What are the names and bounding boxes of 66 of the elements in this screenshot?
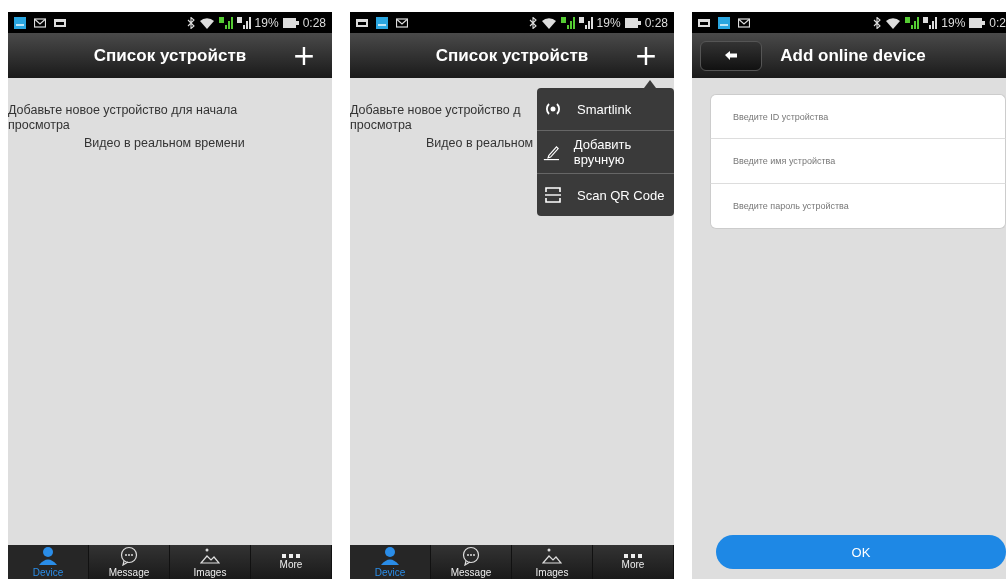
battery-icon (624, 17, 641, 28)
add-button[interactable]: + (284, 41, 324, 70)
signal-icon (905, 16, 920, 29)
signal-icon (923, 16, 938, 29)
menu-item[interactable]: Scan QR Code (537, 174, 674, 216)
back-arrow-icon (725, 50, 737, 61)
bluetooth-icon (873, 16, 882, 29)
back-button[interactable] (700, 40, 762, 71)
person-icon (38, 546, 58, 566)
app-icon (718, 16, 730, 29)
battery-percent: 19% (596, 15, 621, 30)
app-icon (376, 16, 388, 29)
person-icon (380, 546, 400, 566)
scan-icon (543, 185, 563, 205)
app-icon (14, 16, 26, 29)
wifi-icon (198, 16, 215, 29)
tab[interactable]: Device (350, 545, 431, 579)
mail-icon (738, 16, 750, 29)
clock-time: 0:2 (989, 15, 1006, 30)
signal-icon (236, 16, 251, 29)
image-icon (356, 16, 368, 29)
tab[interactable]: Device (8, 545, 89, 579)
more-icon (624, 554, 642, 558)
empty-message: Добавьте новое устройство для начала просмотра (8, 103, 239, 133)
clock-time: 0:28 (302, 15, 326, 30)
tab[interactable]: More (593, 545, 674, 579)
menu-item[interactable]: Добавить вручную (537, 131, 674, 174)
image-icon (698, 16, 710, 29)
battery-percent: 19% (254, 15, 279, 30)
mail-icon (34, 16, 46, 29)
clock-time: 0:28 (644, 15, 668, 30)
mail-icon (396, 16, 408, 29)
wifi-icon (885, 16, 902, 29)
screen-title: Список устройств (93, 45, 247, 66)
chat-icon (461, 546, 481, 566)
input-field[interactable]: Введите ID устройства (710, 94, 1006, 139)
tab[interactable]: Message (431, 545, 512, 579)
chat-icon (119, 546, 139, 566)
battery-percent: 19% (941, 15, 966, 30)
input-field[interactable]: Введите имя устройства (710, 139, 1006, 184)
mountain-icon (542, 546, 562, 566)
more-icon (282, 554, 300, 558)
signal-icon (578, 16, 593, 29)
empty-message: просмотра (350, 118, 412, 133)
tab[interactable]: Images (512, 545, 593, 579)
signal-icon (560, 16, 575, 29)
empty-message: Добавьте новое устройство д (350, 103, 521, 118)
tab[interactable]: Images (170, 545, 251, 579)
battery-icon (969, 17, 986, 28)
input-field[interactable]: Введите пароль устройства (710, 184, 1006, 229)
bluetooth-icon (186, 16, 195, 29)
screen-title: Add online device (779, 45, 927, 66)
tab[interactable]: Message (89, 545, 170, 579)
tab[interactable]: More (251, 545, 332, 579)
wifi-icon (540, 16, 557, 29)
bluetooth-icon (528, 16, 537, 29)
image-icon (54, 16, 66, 29)
add-button[interactable]: + (626, 41, 666, 70)
menu-item[interactable]: Smartlink (537, 88, 674, 131)
screen-title: Список устройств (435, 45, 589, 66)
battery-icon (282, 17, 299, 28)
mountain-icon (200, 546, 220, 566)
ok-button[interactable]: OK (716, 535, 1006, 569)
live-video-label: Видео в реальном времени (84, 136, 245, 150)
live-video-label: Видео в реальном (426, 136, 534, 150)
signal-icon (218, 16, 233, 29)
